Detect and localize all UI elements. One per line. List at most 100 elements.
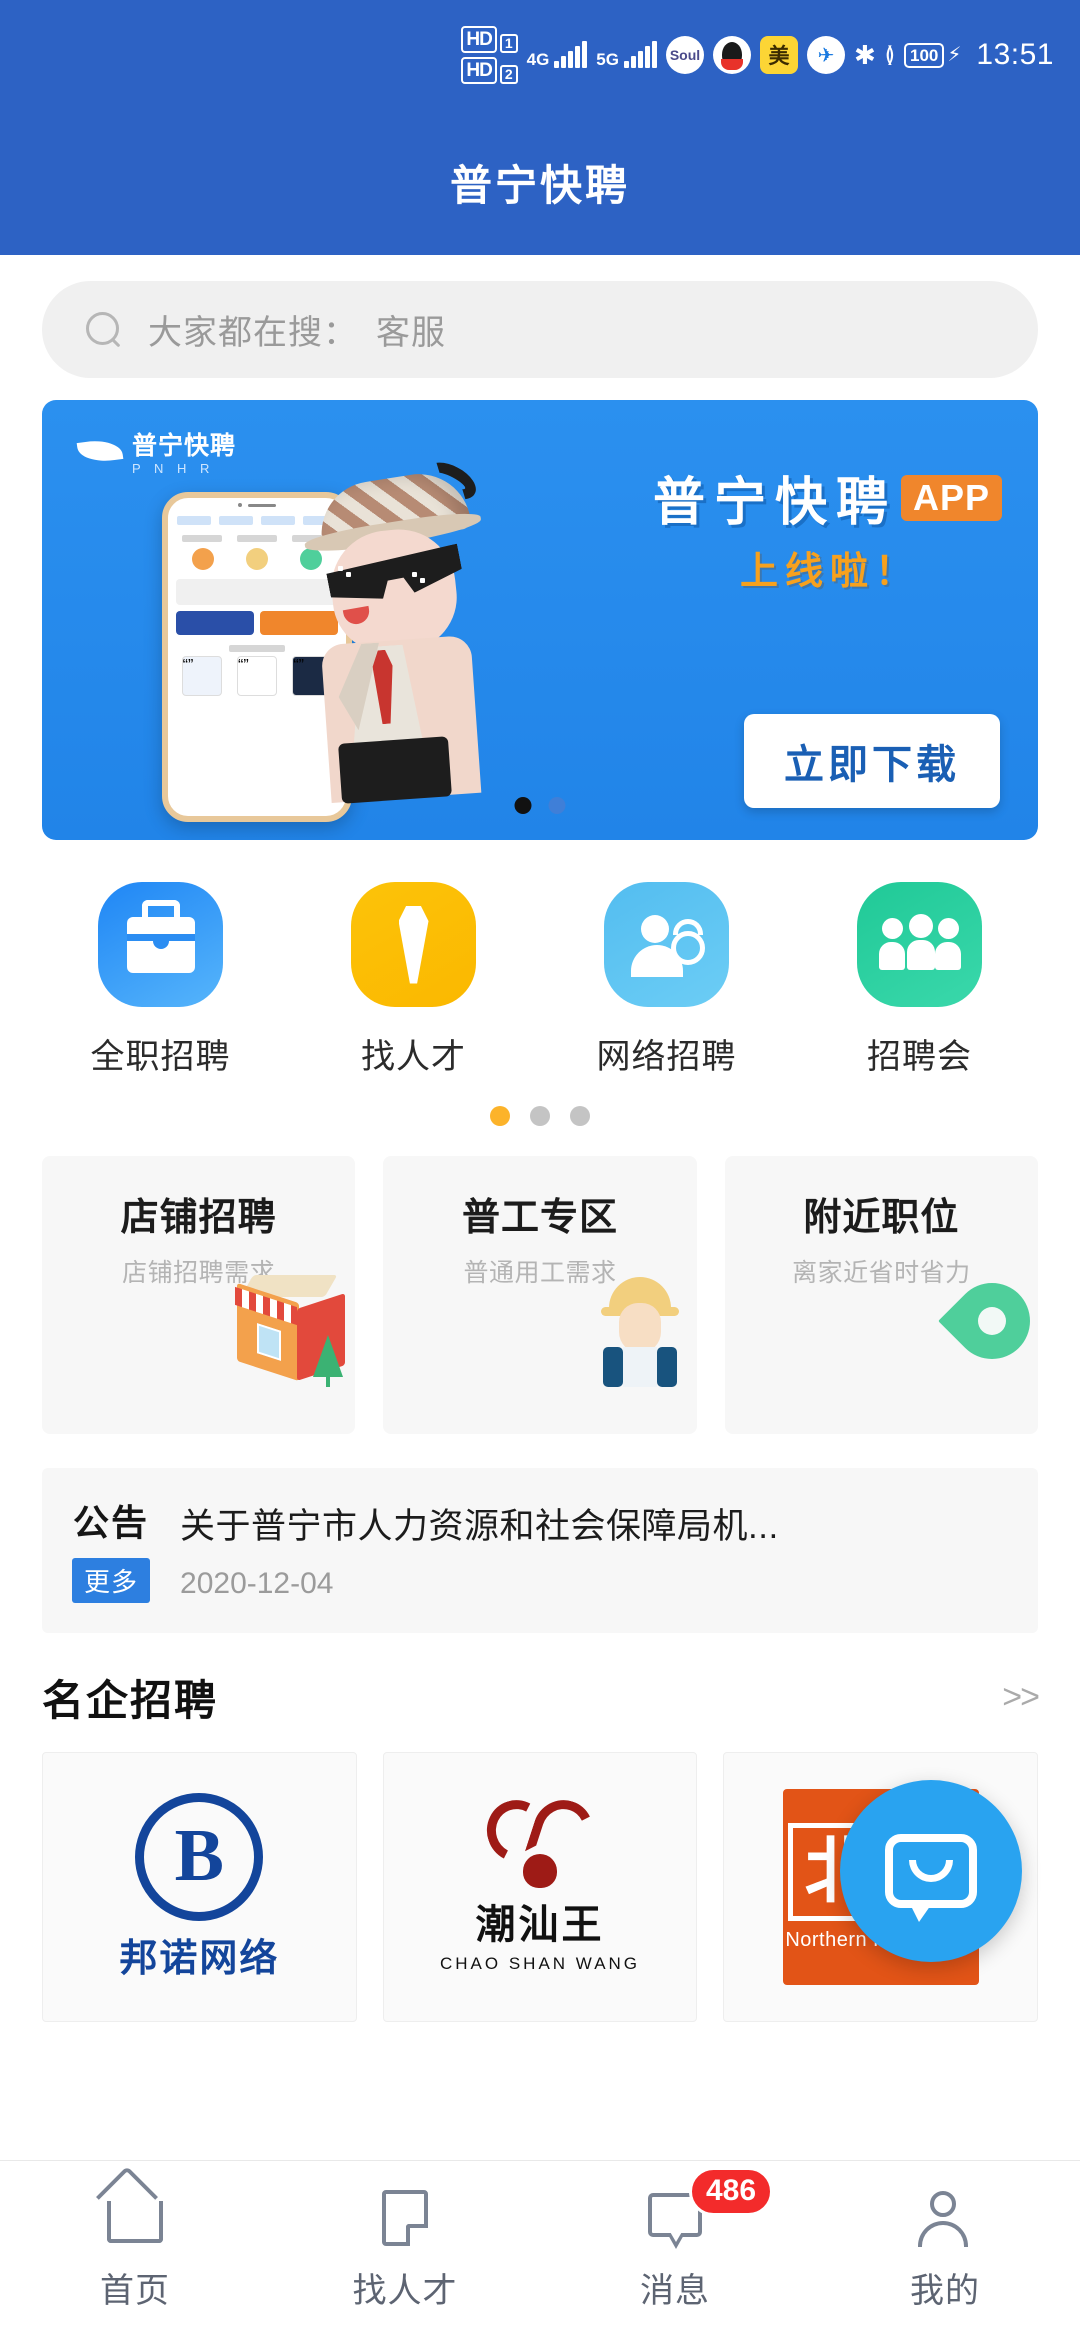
smile-icon xyxy=(909,1860,953,1882)
hd-sim1: HD 1 xyxy=(461,26,518,53)
announcement-tag: 公告 xyxy=(73,1502,150,1543)
tab-profile[interactable]: 我的 xyxy=(810,2161,1080,2340)
hd2-label: HD xyxy=(461,57,497,84)
status-bar: HD 1 HD 2 4G 5G Soul 美 ✈ ✱ ≬ 100 ⚡ 13:51 xyxy=(0,0,1080,110)
category-label: 全职招聘 xyxy=(90,1038,231,1076)
category-item-find-talent[interactable]: 找人才 xyxy=(287,882,540,1078)
category-label: 找人才 xyxy=(361,1038,466,1076)
meituan-app-icon: 美 xyxy=(759,36,798,74)
tab-label: 我的 xyxy=(910,2272,980,2310)
announcement-more-button[interactable]: 更多 xyxy=(72,1558,151,1603)
quick-card-title: 普工专区 xyxy=(461,1197,618,1239)
bottom-navigation: 首页 找人才 486 消息 我的 xyxy=(0,2160,1080,2340)
network-type-2: 5G xyxy=(596,50,619,69)
signal-sim2: 5G xyxy=(596,41,657,69)
category-pagination[interactable] xyxy=(0,1078,1080,1126)
announcement-content: 关于普宁市人力资源和社会保障局机... 2020-12-04 xyxy=(180,1494,779,1603)
app-header: 普宁快聘 xyxy=(0,110,1080,255)
tab-messages[interactable]: 486 消息 xyxy=(540,2161,810,2340)
announcement-labels: 公告 更多 xyxy=(72,1494,151,1603)
banner-dot-1[interactable] xyxy=(514,797,532,814)
banner-pagination[interactable] xyxy=(514,797,566,814)
headset-person-icon xyxy=(604,882,729,1007)
category-item-full-time[interactable]: 全职招聘 xyxy=(34,882,287,1078)
category-label: 招聘会 xyxy=(867,1038,972,1076)
signal-sim1: 4G xyxy=(526,41,588,69)
promo-banner[interactable]: 普宁快聘 P N H R 普宁快聘 APP 上线啦！ 立即下载 xyxy=(42,400,1038,840)
announcement-card[interactable]: 公告 更多 关于普宁市人力资源和社会保障局机... 2020-12-04 xyxy=(42,1468,1038,1633)
quick-card-general-worker[interactable]: 普工专区 普通用工需求 xyxy=(383,1156,697,1434)
announcement-section: 公告 更多 关于普宁市人力资源和社会保障局机... 2020-12-04 xyxy=(0,1434,1080,1633)
chat-bubble-icon xyxy=(885,1834,977,1922)
shop-illustration-icon xyxy=(227,1275,355,1387)
resume-doc-icon xyxy=(376,2189,434,2247)
quick-cards-row: 店铺招聘 店铺招聘需求 普工专区 普通用工需求 附近职位 离家近省时省力 xyxy=(0,1126,1080,1434)
hd2-sim-number: 2 xyxy=(499,64,518,84)
banner-subtitle: 上线啦！ xyxy=(739,551,920,593)
quick-card-title: 附近职位 xyxy=(803,1197,960,1239)
chat-fab-button[interactable] xyxy=(840,1780,1022,1962)
hd1-sim-number: 1 xyxy=(499,33,518,53)
tab-label: 首页 xyxy=(100,2272,170,2310)
search-input[interactable]: 大家都在搜： 客服 xyxy=(42,281,1038,378)
tab-home[interactable]: 首页 xyxy=(0,2161,270,2340)
briefcase-icon xyxy=(98,882,223,1007)
worker-illustration-icon xyxy=(581,1275,697,1387)
banner-brand-logo: 普宁快聘 P N H R xyxy=(78,434,236,476)
category-dot-3[interactable] xyxy=(570,1106,590,1126)
category-dot-1[interactable] xyxy=(490,1106,510,1126)
banner-dot-2[interactable] xyxy=(548,797,566,814)
quick-card-nearby-jobs[interactable]: 附近职位 离家近省时省力 xyxy=(724,1156,1046,1434)
network-type-1: 4G xyxy=(526,50,550,69)
mascot-illustration xyxy=(303,455,504,804)
tab-label: 消息 xyxy=(640,2272,710,2310)
featured-header: 名企招聘 >> xyxy=(0,1633,1080,1728)
category-item-job-fair[interactable]: 招聘会 xyxy=(793,882,1046,1078)
bull-head-logo-icon xyxy=(485,1800,595,1856)
company-name: 邦诺网络 xyxy=(119,1937,280,1980)
category-dot-2[interactable] xyxy=(530,1106,550,1126)
leaf-logo-icon xyxy=(78,440,124,470)
company-card-bangnuo[interactable]: B 邦诺网络 xyxy=(42,1752,357,2022)
person-icon xyxy=(916,2189,974,2247)
bluetooth-icon: ✱ xyxy=(853,40,876,70)
announcement-date: 2020-12-04 xyxy=(180,1567,334,1600)
soul-app-icon: Soul xyxy=(665,36,704,74)
page-title: 普宁快聘 xyxy=(449,162,630,209)
necktie-icon xyxy=(351,882,476,1007)
banner-headline: 普宁快聘 APP xyxy=(653,460,1002,535)
hd-sim2: HD 2 xyxy=(461,57,518,84)
company-name: 潮汕王 xyxy=(475,1902,605,1947)
search-icon xyxy=(86,311,122,348)
tab-find-talent[interactable]: 找人才 xyxy=(270,2161,540,2340)
banner-section: 普宁快聘 P N H R 普宁快聘 APP 上线啦！ 立即下载 xyxy=(0,400,1080,840)
category-label: 网络招聘 xyxy=(596,1038,737,1076)
search-placeholder: 大家都在搜： 客服 xyxy=(148,314,446,352)
tab-label: 找人才 xyxy=(352,2272,458,2310)
banner-title-cn: 普宁快聘 xyxy=(652,474,897,532)
dingtalk-app-icon: ✈ xyxy=(806,36,845,74)
vibrate-icon: ≬ xyxy=(884,42,895,67)
announcement-title[interactable]: 关于普宁市人力资源和社会保障局机... xyxy=(180,1498,779,1549)
charging-icon: ⚡ xyxy=(947,44,962,66)
banner-title-app-badge: APP xyxy=(900,474,1002,521)
quick-card-subtitle: 离家近省时省力 xyxy=(792,1259,971,1287)
category-item-online-recruit[interactable]: 网络招聘 xyxy=(540,882,793,1078)
quick-card-shop-recruit[interactable]: 店铺招聘 店铺招聘需求 xyxy=(42,1156,356,1434)
volte-hd-indicators: HD 1 HD 2 xyxy=(461,26,518,84)
signal-bars-1-icon xyxy=(554,41,588,68)
quick-card-title: 店铺招聘 xyxy=(120,1197,277,1239)
bangnuo-logo-icon: B xyxy=(135,1792,264,1921)
search-section: 大家都在搜： 客服 xyxy=(0,255,1080,400)
hd1-label: HD xyxy=(461,26,497,53)
banner-logo-en: P N H R xyxy=(132,461,215,476)
signal-bars-2-icon xyxy=(623,41,657,68)
category-grid: 全职招聘 找人才 网络招聘 招聘会 xyxy=(0,840,1080,1078)
featured-title: 名企招聘 xyxy=(42,1677,219,1724)
company-card-chaoshanwang[interactable]: 潮汕王 CHAO SHAN WANG xyxy=(382,1752,698,2022)
unread-badge: 486 xyxy=(689,2167,774,2216)
download-button[interactable]: 立即下载 xyxy=(744,714,1000,808)
featured-more-link[interactable]: >> xyxy=(1002,1678,1040,1717)
qq-app-icon xyxy=(712,36,751,74)
people-group-icon xyxy=(857,882,982,1007)
